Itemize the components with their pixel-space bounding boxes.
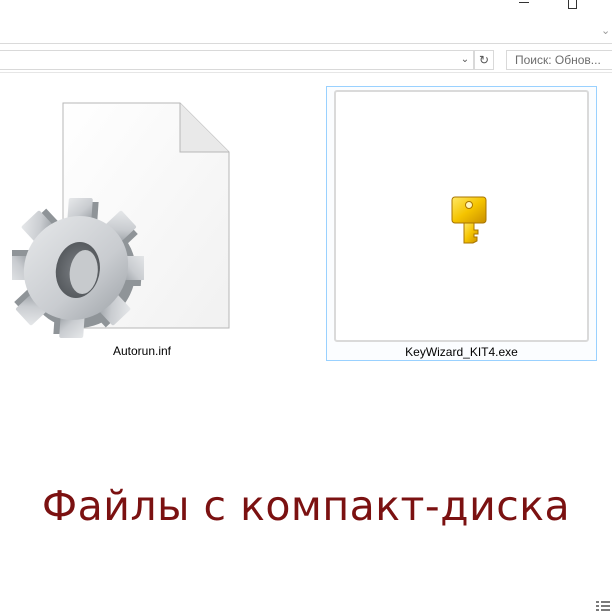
chevron-down-icon[interactable]: ⌄ [456, 51, 474, 69]
file-name: Autorun.inf [112, 344, 172, 358]
page-caption: Файлы с компакт-диска [41, 482, 571, 530]
refresh-button[interactable]: ↻ [474, 50, 494, 70]
title-bar [0, 0, 612, 22]
thumbnail-frame [334, 90, 589, 342]
navigation-divider [0, 72, 612, 73]
search-input[interactable] [515, 51, 612, 69]
ribbon-expand-icon[interactable]: ⌄ [601, 25, 610, 37]
minimize-icon[interactable] [519, 2, 529, 3]
file-item-autorun[interactable]: Autorun.inf [4, 86, 284, 362]
key-icon [451, 196, 487, 244]
search-box[interactable] [506, 50, 612, 70]
maximize-icon[interactable] [568, 0, 577, 9]
address-bar[interactable] [0, 50, 474, 70]
details-view-icon[interactable] [594, 598, 612, 612]
ribbon-divider [0, 43, 612, 44]
file-item-keywizard[interactable]: KeyWizard_KIT4.exe [326, 86, 597, 361]
file-name: KeyWizard_KIT4.exe [405, 345, 518, 359]
gear-icon [12, 198, 144, 338]
